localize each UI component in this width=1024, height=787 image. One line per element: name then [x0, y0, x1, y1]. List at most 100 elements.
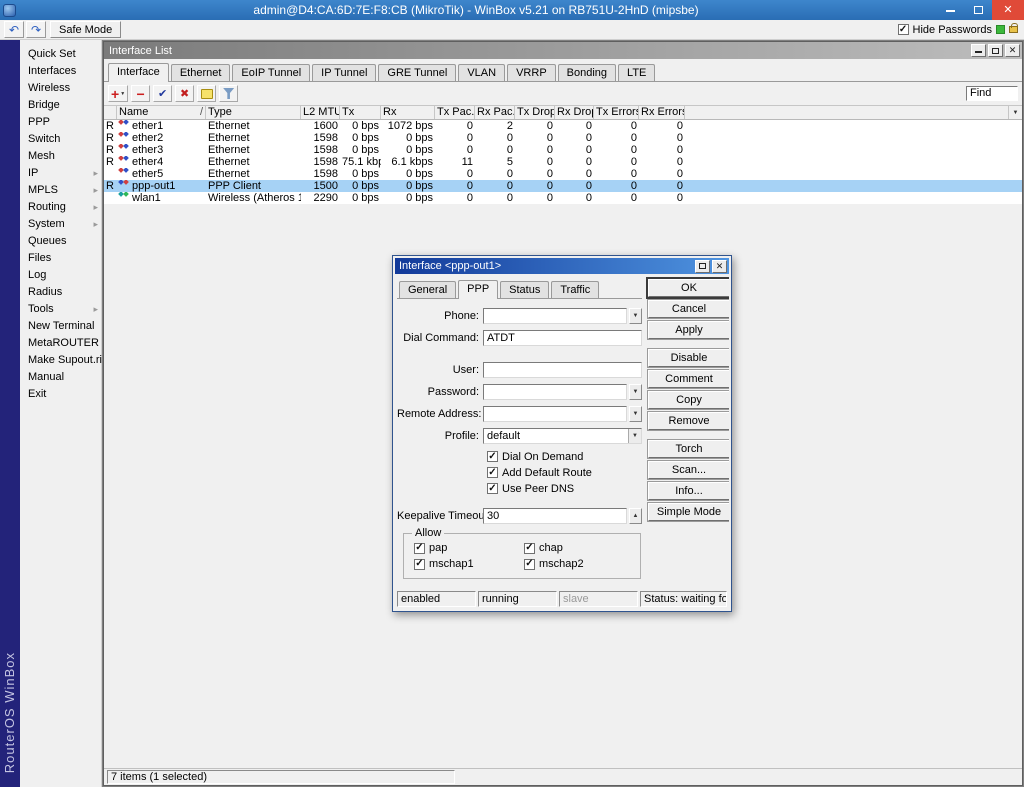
tab-traffic[interactable]: Traffic: [551, 281, 599, 298]
sidebar-item-new-terminal[interactable]: New Terminal: [20, 318, 101, 335]
safe-mode-button[interactable]: Safe Mode: [50, 21, 121, 38]
header-rx-packet[interactable]: Rx Pac...: [475, 106, 515, 119]
comment-button[interactable]: Comment: [648, 370, 729, 388]
dial-command-input[interactable]: ATDT: [483, 330, 642, 346]
ok-button[interactable]: OK: [648, 279, 729, 297]
remove-button[interactable]: Remove: [648, 412, 729, 430]
tab-bonding[interactable]: Bonding: [558, 64, 616, 81]
keepalive-timeout-input[interactable]: 30: [483, 508, 627, 524]
tab-ethernet[interactable]: Ethernet: [171, 64, 231, 81]
profile-select[interactable]: default ▼: [483, 428, 642, 444]
table-row-wlan1[interactable]: wlan1 Wireless (Atheros 11N) 2290 0 bps …: [104, 192, 1022, 204]
allow-pap-option[interactable]: ✓ pap: [414, 542, 524, 554]
header-tx-drops[interactable]: Tx Drops: [515, 106, 555, 119]
remove-button[interactable]: −: [131, 85, 150, 102]
chap-checkbox[interactable]: ✓: [524, 543, 535, 554]
tab-lte[interactable]: LTE: [618, 64, 655, 81]
sidebar-item-quick-set[interactable]: Quick Set: [20, 46, 101, 63]
disable-button[interactable]: ✖: [175, 85, 194, 102]
user-input[interactable]: [483, 362, 642, 378]
cancel-button[interactable]: Cancel: [648, 300, 729, 318]
column-chooser-button[interactable]: ▼: [1008, 106, 1022, 119]
minimize-button[interactable]: [936, 0, 964, 20]
tab-vlan[interactable]: VLAN: [458, 64, 505, 81]
redo-button[interactable]: ↷: [26, 21, 46, 38]
header-type[interactable]: Type: [206, 106, 301, 119]
sidebar-item-interfaces[interactable]: Interfaces: [20, 63, 101, 80]
comment-button[interactable]: [197, 85, 216, 102]
table-row-ether5[interactable]: ether5 Ethernet 1598 0 bps 0 bps 0 0 0 0…: [104, 168, 1022, 180]
tab-eoip-tunnel[interactable]: EoIP Tunnel: [232, 64, 310, 81]
phone-dropdown-button[interactable]: ▼: [629, 308, 642, 324]
remote-address-input[interactable]: [483, 406, 627, 422]
header-tx[interactable]: Tx: [340, 106, 381, 119]
mschap1-checkbox[interactable]: ✓: [414, 559, 425, 570]
tab-interface[interactable]: Interface: [108, 63, 169, 82]
keepalive-up-button[interactable]: ▲: [629, 508, 642, 524]
sidebar-item-make-supout[interactable]: Make Supout.rif: [20, 352, 101, 369]
header-l2mtu[interactable]: L2 MTU: [301, 106, 340, 119]
sidebar-item-mpls[interactable]: MPLS▸: [20, 182, 101, 199]
password-input[interactable]: [483, 384, 627, 400]
sidebar-item-exit[interactable]: Exit: [20, 386, 101, 403]
dial-on-demand-option[interactable]: ✓ Dial On Demand: [487, 449, 642, 464]
sidebar-item-switch[interactable]: Switch: [20, 131, 101, 148]
mschap2-checkbox[interactable]: ✓: [524, 559, 535, 570]
window-minimize-button[interactable]: [971, 44, 986, 57]
sidebar-item-wireless[interactable]: Wireless: [20, 80, 101, 97]
info-button[interactable]: Info...: [648, 482, 729, 500]
filter-button[interactable]: [219, 85, 238, 102]
sidebar-item-queues[interactable]: Queues: [20, 233, 101, 250]
allow-chap-option[interactable]: ✓ chap: [524, 542, 634, 554]
header-rx-drops[interactable]: Rx Drops: [555, 106, 594, 119]
sidebar-item-system[interactable]: System▸: [20, 216, 101, 233]
tab-general[interactable]: General: [399, 281, 456, 298]
tab-gre-tunnel[interactable]: GRE Tunnel: [378, 64, 456, 81]
remote-address-dropdown-button[interactable]: ▼: [629, 406, 642, 422]
header-rx[interactable]: Rx: [381, 106, 435, 119]
torch-button[interactable]: Torch: [648, 440, 729, 458]
sidebar-item-mesh[interactable]: Mesh: [20, 148, 101, 165]
tab-ip-tunnel[interactable]: IP Tunnel: [312, 64, 376, 81]
allow-mschap2-option[interactable]: ✓ mschap2: [524, 558, 634, 570]
add-default-route-option[interactable]: ✓ Add Default Route: [487, 465, 642, 480]
scan-button[interactable]: Scan...: [648, 461, 729, 479]
enable-button[interactable]: ✔: [153, 85, 172, 102]
hide-passwords-checkbox[interactable]: ✓: [898, 24, 909, 35]
tab-ppp[interactable]: PPP: [458, 280, 498, 299]
tab-status[interactable]: Status: [500, 281, 549, 298]
sidebar-item-ip[interactable]: IP▸: [20, 165, 101, 182]
window-close-button[interactable]: ✕: [1005, 44, 1020, 57]
table-row-ether1[interactable]: R ether1 Ethernet 1600 0 bps 1072 bps 0 …: [104, 120, 1022, 132]
close-button[interactable]: ✕: [992, 0, 1024, 20]
header-flag[interactable]: [104, 106, 117, 119]
table-row-ether4[interactable]: R ether4 Ethernet 1598 75.1 kbps 6.1 kbp…: [104, 156, 1022, 168]
allow-mschap1-option[interactable]: ✓ mschap1: [414, 558, 524, 570]
copy-button[interactable]: Copy: [648, 391, 729, 409]
sidebar-item-tools[interactable]: Tools▸: [20, 301, 101, 318]
header-name[interactable]: Name/: [117, 106, 206, 119]
sidebar-item-ppp[interactable]: PPP: [20, 114, 101, 131]
use-peer-dns-checkbox[interactable]: ✓: [487, 483, 498, 494]
sidebar-item-radius[interactable]: Radius: [20, 284, 101, 301]
sidebar-item-bridge[interactable]: Bridge: [20, 97, 101, 114]
window-maximize-button[interactable]: [988, 44, 1003, 57]
table-row-ether3[interactable]: R ether3 Ethernet 1598 0 bps 0 bps 0 0 0…: [104, 144, 1022, 156]
header-rx-errors[interactable]: Rx Errors: [639, 106, 685, 119]
sidebar-item-log[interactable]: Log: [20, 267, 101, 284]
maximize-button[interactable]: [964, 0, 992, 20]
tab-vrrp[interactable]: VRRP: [507, 64, 556, 81]
dialog-maximize-button[interactable]: [695, 260, 710, 273]
phone-input[interactable]: [483, 308, 627, 324]
add-button[interactable]: +▼: [108, 85, 128, 102]
sidebar-item-metarouter[interactable]: MetaROUTER: [20, 335, 101, 352]
add-default-route-checkbox[interactable]: ✓: [487, 467, 498, 478]
sidebar-item-files[interactable]: Files: [20, 250, 101, 267]
header-tx-errors[interactable]: Tx Errors: [594, 106, 639, 119]
dial-on-demand-checkbox[interactable]: ✓: [487, 451, 498, 462]
undo-button[interactable]: ↶: [4, 21, 24, 38]
simple-mode-button[interactable]: Simple Mode: [648, 503, 729, 521]
disable-button[interactable]: Disable: [648, 349, 729, 367]
apply-button[interactable]: Apply: [648, 321, 729, 339]
dialog-close-button[interactable]: ✕: [712, 260, 727, 273]
